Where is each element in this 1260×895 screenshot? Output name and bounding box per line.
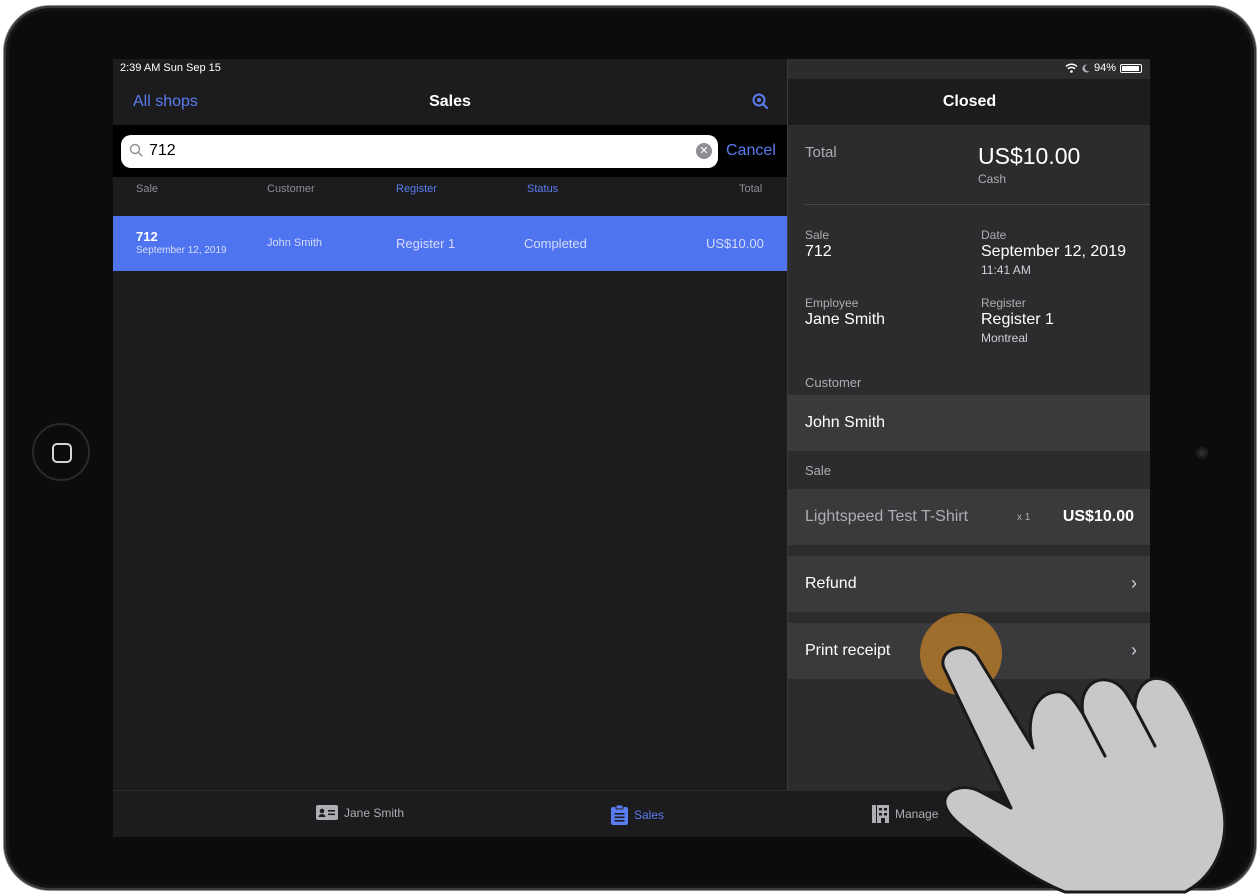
battery-icon bbox=[1120, 63, 1142, 73]
chevron-right-icon: › bbox=[1131, 573, 1137, 593]
customer-cell[interactable]: John Smith bbox=[788, 395, 1150, 451]
row-register: Register 1 bbox=[396, 236, 456, 251]
magnifier-icon bbox=[129, 143, 143, 162]
battery-percent: 94% bbox=[1093, 62, 1116, 74]
sales-list-panel: All shops Sales ✕ Cancel Sale Customer R… bbox=[113, 59, 787, 790]
row-customer: John Smith bbox=[267, 237, 323, 249]
home-button[interactable] bbox=[32, 423, 90, 481]
total-value: US$10.00 bbox=[978, 143, 1081, 169]
customer-name: John Smith bbox=[805, 414, 886, 431]
detail-nav-bar: Closed bbox=[788, 79, 1150, 125]
column-header-total[interactable]: Total bbox=[739, 183, 762, 195]
column-header-sale[interactable]: Sale bbox=[136, 183, 158, 195]
pointing-hand-icon bbox=[941, 646, 1227, 894]
cancel-button[interactable]: Cancel bbox=[726, 142, 776, 160]
time-value: 11:41 AM bbox=[981, 263, 1031, 277]
sale-number: 712 bbox=[136, 229, 158, 244]
status-indicators: 94% bbox=[1065, 62, 1142, 74]
id-card-icon bbox=[316, 805, 338, 820]
refund-button[interactable]: Refund › bbox=[788, 556, 1150, 612]
building-icon bbox=[872, 805, 889, 823]
item-price: US$10.00 bbox=[1062, 508, 1134, 525]
sale-date: September 12, 2019 bbox=[136, 245, 227, 256]
register-location: Montreal bbox=[981, 331, 1028, 345]
date-value: September 12, 2019 bbox=[981, 243, 1126, 260]
detail-title: Closed bbox=[942, 93, 997, 110]
tab-employee[interactable]: Jane Smith bbox=[316, 805, 404, 820]
employee-value: Jane Smith bbox=[805, 311, 886, 328]
search-row: ✕ Cancel bbox=[113, 125, 787, 177]
table-row[interactable]: 712 September 12, 2019 John Smith Regist… bbox=[113, 216, 787, 271]
item-quantity: x 1 bbox=[1017, 512, 1031, 523]
register-label: Register bbox=[981, 296, 1026, 310]
home-square-icon bbox=[52, 443, 72, 463]
sale-value: 712 bbox=[805, 243, 832, 260]
sale-section-label: Sale bbox=[805, 463, 832, 478]
status-time: 2:39 AM Sun Sep 15 bbox=[120, 62, 221, 74]
moon-icon bbox=[1082, 63, 1090, 72]
line-item[interactable]: Lightspeed Test T-Shirt x 1 US$10.00 bbox=[788, 489, 1150, 545]
page-title: Sales bbox=[429, 93, 471, 110]
employee-label: Employee bbox=[805, 296, 859, 310]
tab-sales-label: Sales bbox=[634, 808, 665, 822]
divider bbox=[805, 204, 1150, 205]
camera-icon bbox=[1196, 447, 1208, 459]
search-input[interactable] bbox=[149, 142, 649, 160]
wifi-icon bbox=[1065, 63, 1078, 73]
print-receipt-label: Print receipt bbox=[805, 642, 891, 659]
column-header-status[interactable]: Status bbox=[527, 183, 558, 195]
customer-section-label: Customer bbox=[805, 375, 862, 390]
sale-label: Sale bbox=[805, 228, 830, 242]
tab-employee-label: Jane Smith bbox=[344, 805, 405, 820]
total-label: Total bbox=[805, 144, 837, 161]
tab-sales[interactable]: Sales bbox=[611, 805, 664, 825]
column-header-customer[interactable]: Customer bbox=[267, 183, 315, 195]
sales-nav-bar: All shops Sales bbox=[113, 79, 787, 125]
clear-icon[interactable]: ✕ bbox=[696, 143, 712, 159]
search-icon[interactable] bbox=[751, 92, 769, 115]
search-field[interactable]: ✕ bbox=[121, 135, 718, 168]
clipboard-icon bbox=[611, 805, 628, 825]
row-total: US$10.00 bbox=[706, 236, 764, 251]
column-header-register[interactable]: Register bbox=[396, 183, 437, 195]
payment-method: Cash bbox=[978, 172, 1007, 186]
item-name: Lightspeed Test T-Shirt bbox=[805, 508, 969, 525]
date-label: Date bbox=[981, 228, 1007, 242]
register-value: Register 1 bbox=[981, 311, 1054, 328]
row-status: Completed bbox=[524, 236, 587, 251]
refund-label: Refund bbox=[805, 575, 857, 592]
